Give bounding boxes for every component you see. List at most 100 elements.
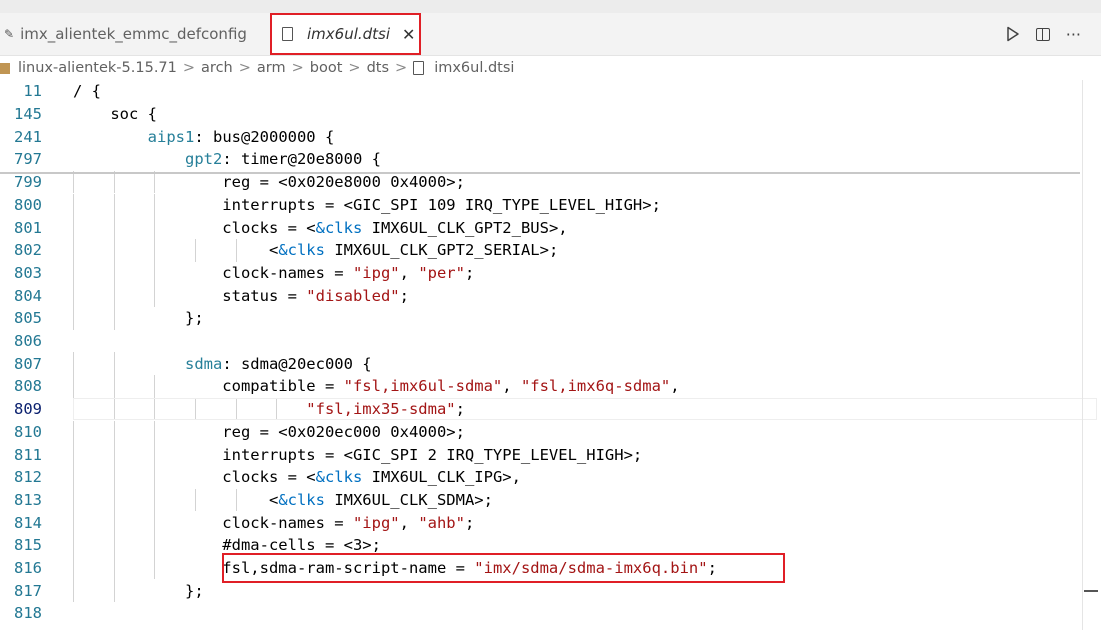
indent-guide	[73, 488, 74, 512]
indent-guide	[73, 511, 74, 534]
code-line[interactable]: 799 reg = <0x020e8000 0x4000>;	[0, 170, 1082, 194]
line-number: 797	[14, 150, 42, 169]
run-icon[interactable]	[1006, 26, 1020, 42]
line-number: 145	[14, 105, 42, 124]
indent-guide	[73, 261, 74, 285]
line-number: 241	[14, 127, 42, 146]
indent-guide	[194, 488, 196, 512]
breadcrumb-separator: >	[238, 60, 251, 76]
code-text: / {	[73, 82, 101, 101]
indent-guide	[154, 170, 156, 194]
line-number: 799	[14, 173, 42, 192]
indent-guide	[154, 261, 156, 285]
line-number: 813	[14, 490, 42, 509]
breadcrumb-separator: >	[395, 60, 408, 76]
code-text: <&clks IMX6UL_CLK_GPT2_SERIAL>;	[73, 241, 559, 260]
code-line[interactable]: 804 status = "disabled";	[0, 284, 1082, 307]
split-editor-icon[interactable]	[1035, 27, 1050, 41]
breadcrumb-item[interactable]: dts	[367, 60, 389, 76]
code-text: clocks = <&clks IMX6UL_CLK_IPG>,	[73, 468, 521, 487]
code-line[interactable]: 808 compatible = "fsl,imx6ul-sdma", "fsl…	[0, 375, 1082, 398]
code-line[interactable]: 805 };	[0, 307, 1082, 330]
code-line[interactable]: 803 clock-names = "ipg", "per";	[0, 261, 1082, 285]
code-line[interactable]: 797 gpt2: timer@20e8000 {	[0, 148, 1082, 171]
tab-defconfig[interactable]: ✎ imx_alientek_emmc_defconfig	[0, 13, 247, 55]
code-line[interactable]: 806	[0, 330, 1082, 353]
more-actions-icon[interactable]: ···	[1066, 25, 1081, 44]
code-line[interactable]: 818	[0, 602, 1082, 625]
tab-imx6ul-dtsi[interactable]: imx6ul.dtsi ✕	[270, 13, 421, 55]
line-number: 800	[14, 195, 42, 214]
file-icon	[413, 61, 425, 75]
code-line[interactable]: 814 clock-names = "ipg", "ahb";	[0, 511, 1082, 534]
line-number: 807	[14, 354, 42, 373]
indent-guide	[113, 352, 115, 376]
code-line[interactable]: 145 soc {	[0, 103, 1082, 126]
code-text: };	[73, 581, 204, 600]
indent-guide	[235, 238, 237, 262]
indent-guide	[154, 488, 156, 512]
indent-guide	[113, 420, 115, 444]
code-line[interactable]: 800 interrupts = <GIC_SPI 109 IRQ_TYPE_L…	[0, 193, 1082, 217]
code-line[interactable]: 812 clocks = <&clks IMX6UL_CLK_IPG>,	[0, 465, 1082, 489]
indent-guide	[113, 534, 115, 557]
line-number: 809	[14, 400, 42, 419]
file-icon	[282, 27, 293, 41]
code-line[interactable]: 810 reg = <0x020ec000 0x4000>;	[0, 420, 1082, 444]
code-text: clock-names = "ipg", "ahb";	[73, 513, 475, 532]
breadcrumb-item[interactable]: arm	[257, 60, 286, 76]
code-text: };	[73, 309, 204, 328]
indent-guide	[154, 511, 156, 534]
code-text: clock-names = "ipg", "per";	[73, 263, 475, 282]
line-number: 817	[14, 581, 42, 600]
indent-guide	[154, 216, 156, 239]
editor-actions: ···	[1006, 13, 1081, 55]
code-line[interactable]: 807 sdma: sdma@20ec000 {	[0, 352, 1082, 376]
line-number: 815	[14, 536, 42, 555]
code-line[interactable]: 802 <&clks IMX6UL_CLK_GPT2_SERIAL>;	[0, 238, 1082, 262]
indent-guide	[73, 375, 74, 398]
tab-label: imx_alientek_emmc_defconfig	[20, 25, 247, 43]
indent-guide	[154, 420, 156, 444]
breadcrumb-separator: >	[291, 60, 304, 76]
breadcrumb-item[interactable]: arch	[201, 60, 233, 76]
code-text: aips1: bus@2000000 {	[147, 127, 335, 146]
line-number: 806	[14, 332, 42, 351]
code-line[interactable]: 241 aips1: bus@2000000 {	[0, 125, 1082, 148]
indent-guide	[235, 488, 237, 512]
indent-guide	[113, 193, 115, 217]
edit-icon: ✎	[4, 27, 15, 41]
line-number: 811	[14, 445, 42, 464]
indent-guide	[113, 261, 115, 285]
indent-guide	[73, 307, 74, 330]
code-text: compatible = "fsl,imx6ul-sdma", "fsl,imx…	[73, 377, 680, 396]
code-text: soc {	[73, 105, 157, 124]
breadcrumb-item[interactable]: linux-alientek-5.15.71	[18, 60, 177, 76]
indent-guide	[154, 375, 156, 398]
vertical-scrollbar[interactable]	[1082, 80, 1101, 630]
breadcrumb-item[interactable]: boot	[310, 60, 343, 76]
line-number: 816	[14, 559, 42, 578]
code-line[interactable]: 801 clocks = <&clks IMX6UL_CLK_GPT2_BUS>…	[0, 216, 1082, 239]
code-line[interactable]: 11 / {	[0, 80, 1082, 103]
code-editor[interactable]: 11/ {145 soc {241 aips1: bus@2000000 {79…	[0, 80, 1101, 630]
breadcrumb: linux-alientek-5.15.71 > arch > arm > bo…	[0, 56, 1101, 80]
code-text: interrupts = <GIC_SPI 109 IRQ_TYPE_LEVEL…	[73, 195, 661, 214]
indent-guide	[113, 579, 115, 603]
indent-guide	[73, 443, 74, 466]
close-icon[interactable]: ✕	[402, 25, 415, 44]
indent-guide	[113, 170, 115, 194]
indent-guide	[73, 170, 74, 194]
indent-guide	[113, 488, 115, 512]
breadcrumb-item[interactable]: imx6ul.dtsi	[434, 60, 514, 76]
line-number: 810	[14, 422, 42, 441]
code-line[interactable]: 813 <&clks IMX6UL_CLK_SDMA>;	[0, 488, 1082, 512]
indent-guide	[73, 284, 74, 307]
indent-guide	[73, 420, 74, 444]
code-line[interactable]: 811 interrupts = <GIC_SPI 2 IRQ_TYPE_LEV…	[0, 443, 1082, 466]
indent-guide	[73, 193, 74, 217]
indent-guide	[73, 556, 74, 580]
tab-label: imx6ul.dtsi	[307, 25, 391, 43]
indent-guide	[154, 465, 156, 489]
scroll-position-marker	[1084, 590, 1098, 592]
